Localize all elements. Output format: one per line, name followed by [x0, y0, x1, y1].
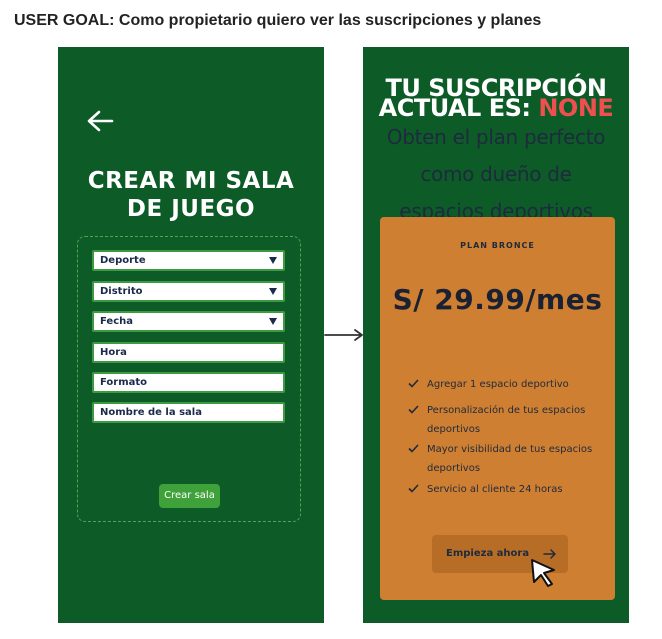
page-title: CREAR MI SALA DE JUEGO	[58, 167, 324, 223]
check-icon	[408, 444, 419, 453]
flow-arrow-icon	[324, 329, 363, 341]
subscription-screen: TU SUSCRIPCIÓN ACTUAL ES: NONE Obten el …	[363, 47, 629, 623]
page-title-line-1: CREAR MI SALA	[87, 168, 295, 194]
create-room-button[interactable]: Crear sala	[159, 484, 220, 508]
create-room-form: Deporte Distrito Fecha Hora Formato Nomb…	[77, 236, 301, 522]
check-icon	[408, 379, 419, 388]
deporte-select-value: Deporte	[100, 255, 146, 266]
distrito-select[interactable]: Distrito	[92, 281, 285, 302]
plan-feature-text: Personalización de tus espacios	[427, 405, 586, 416]
subscription-status: NONE	[538, 94, 614, 122]
plan-pitch-line-2: como dueño de	[420, 162, 572, 186]
arrow-left-icon[interactable]	[86, 109, 114, 133]
deporte-select[interactable]: Deporte	[92, 250, 285, 271]
fecha-select-value: Fecha	[100, 316, 134, 327]
distrito-select-value: Distrito	[100, 286, 143, 297]
formato-input[interactable]: Formato	[92, 372, 285, 393]
mouse-pointer-icon	[531, 559, 555, 587]
start-now-label: Empieza ahora	[446, 548, 530, 559]
plan-feature-text: Mayor visibilidad de tus espacios	[427, 444, 593, 455]
current-subscription-prefix: ACTUAL ES:	[378, 94, 539, 122]
plan-feature-text-continued: deportivos	[427, 424, 481, 435]
plan-card: PLAN BRONCE S/ 29.99/mes Agregar 1 espac…	[380, 217, 615, 600]
plan-pitch-text: Obten el plan perfecto como dueño de esp…	[363, 119, 629, 230]
hora-input[interactable]: Hora	[92, 342, 285, 363]
plan-feature-text-continued: deportivos	[427, 463, 481, 474]
fecha-select[interactable]: Fecha	[92, 311, 285, 332]
check-icon	[408, 484, 419, 493]
user-goal-heading: USER GOAL: Como propietario quiero ver l…	[14, 12, 542, 29]
plan-feature-text: Agregar 1 espacio deportivo	[427, 379, 569, 390]
plan-feature: Mayor visibilidad de tus espacios deport…	[408, 440, 608, 478]
chevron-down-icon	[269, 288, 277, 295]
plan-feature: Agregar 1 espacio deportivo	[408, 375, 608, 394]
page-title-line-2: DE JUEGO	[126, 196, 256, 222]
create-room-screen: CREAR MI SALA DE JUEGO Deporte Distrito …	[58, 47, 324, 623]
plan-feature: Personalización de tus espacios deportiv…	[408, 401, 608, 439]
chevron-down-icon	[269, 257, 277, 264]
nombre-sala-input[interactable]: Nombre de la sala	[92, 402, 285, 423]
plan-feature: Servicio al cliente 24 horas	[408, 480, 608, 499]
current-subscription-heading: TU SUSCRIPCIÓN ACTUAL ES: NONE	[363, 76, 629, 120]
plan-price: S/ 29.99/mes	[392, 283, 603, 316]
current-subscription-line-2: ACTUAL ES: NONE	[363, 96, 629, 120]
chevron-down-icon	[269, 318, 277, 325]
check-icon	[408, 405, 419, 414]
plan-name: PLAN BRONCE	[460, 241, 535, 250]
plan-feature-text: Servicio al cliente 24 horas	[427, 484, 563, 495]
plan-pitch-line-1: Obten el plan perfecto	[386, 125, 606, 149]
